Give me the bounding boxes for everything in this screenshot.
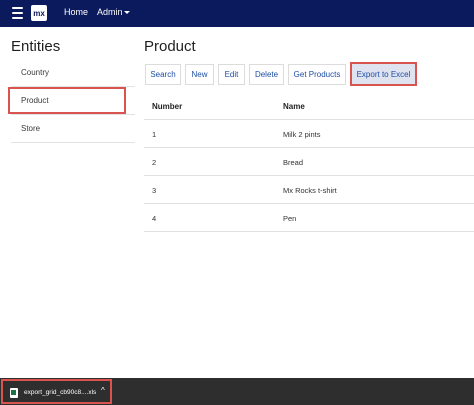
- get-products-button[interactable]: Get Products: [288, 64, 346, 85]
- sidebar-item-product[interactable]: Product: [11, 87, 135, 115]
- sidebar-item-country[interactable]: Country: [11, 59, 135, 87]
- caret-down-icon: [123, 11, 130, 15]
- page-title: Product: [144, 38, 196, 55]
- column-header-number[interactable]: Number: [152, 102, 182, 111]
- download-item[interactable]: export_grid_cb90c8....xls ^: [1, 379, 112, 404]
- cell-name: Pen: [283, 214, 297, 223]
- table-row[interactable]: 1 Milk 2 pints: [144, 120, 474, 148]
- download-file-name: export_grid_cb90c8....xls: [24, 389, 97, 396]
- sidebar-title: Entities: [11, 38, 61, 55]
- export-to-excel-button[interactable]: Export to Excel: [350, 62, 417, 86]
- top-navbar: mx Home Admin: [0, 0, 474, 27]
- table-row[interactable]: 2 Bread: [144, 148, 474, 176]
- mendix-logo[interactable]: mx: [31, 5, 47, 21]
- sidebar-item-label: Country: [21, 68, 50, 77]
- cell-number: 1: [152, 130, 157, 139]
- chevron-up-icon[interactable]: ^: [101, 386, 105, 395]
- nav-admin-menu[interactable]: Admin: [97, 7, 130, 17]
- nav-home-link[interactable]: Home: [64, 7, 88, 17]
- cell-name: Bread: [283, 158, 304, 167]
- sidebar-item-label: Store: [21, 124, 41, 133]
- cell-number: 3: [152, 186, 157, 195]
- nav-admin-label: Admin: [97, 7, 123, 17]
- excel-file-icon: [10, 388, 18, 398]
- table-row[interactable]: 4 Pen: [144, 204, 474, 232]
- cell-number: 2: [152, 158, 157, 167]
- sidebar-item-label: Product: [21, 96, 49, 105]
- cell-name: Milk 2 pints: [283, 130, 321, 139]
- cell-number: 4: [152, 214, 157, 223]
- hamburger-icon[interactable]: [12, 7, 23, 19]
- table-row[interactable]: 3 Mx Rocks t-shirt: [144, 176, 474, 204]
- delete-button[interactable]: Delete: [249, 64, 284, 85]
- new-button[interactable]: New: [185, 64, 214, 85]
- search-button[interactable]: Search: [145, 64, 181, 85]
- column-header-name[interactable]: Name: [283, 102, 305, 111]
- sidebar-item-store[interactable]: Store: [11, 115, 135, 143]
- cell-name: Mx Rocks t-shirt: [283, 186, 337, 195]
- edit-button[interactable]: Edit: [218, 64, 245, 85]
- table-header: Number Name: [144, 92, 474, 120]
